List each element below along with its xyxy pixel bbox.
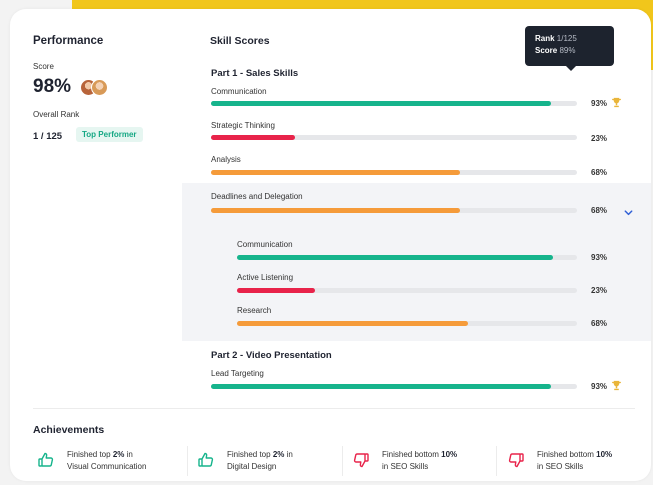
skill-bar-fill [211, 170, 460, 175]
skill-label: Analysis [211, 155, 241, 164]
divider [33, 408, 635, 409]
skill-percent: 93% [591, 253, 608, 262]
divider [187, 446, 188, 476]
achievement-text-line2: Digital Design [227, 462, 277, 471]
part1-title: Part 1 - Sales Skills [211, 68, 299, 79]
sub-skill-label: Research [237, 306, 272, 315]
achievement-text-pre: Finished top [227, 450, 273, 459]
thumbs-down-icon [507, 451, 525, 469]
skill-bar[interactable] [237, 321, 577, 326]
tooltip-rank-value: 1/125 [556, 34, 577, 43]
skill-bar[interactable] [211, 384, 577, 389]
rank-label: Overall Rank [33, 110, 80, 119]
achievement-text-line2: in SEO Skills [382, 462, 429, 471]
skill-bar[interactable] [211, 208, 577, 213]
skill-percent: 68% [591, 206, 608, 215]
achievement-text: Finished top 2% in Visual Communication [67, 449, 146, 473]
achievement-text: Finished bottom 10% in SEO Skills [382, 449, 457, 473]
tooltip-score-value: 89% [559, 46, 576, 55]
skill-bar-fill [237, 288, 316, 293]
achievement-text-pre: Finished bottom [537, 450, 597, 459]
achievement-text-line2: in SEO Skills [537, 462, 584, 471]
achievement-text-bold: 10% [441, 450, 458, 459]
skill-percent: 68% [591, 319, 608, 328]
achievement-text-bold: 2% [272, 450, 285, 459]
expanded-skill-group [182, 183, 651, 341]
divider [496, 446, 497, 476]
score-tooltip: Rank 1/125 Score 89% [525, 26, 614, 66]
score-value: 98% [33, 76, 72, 97]
avatar[interactable] [91, 79, 108, 96]
skill-percent: 93% [591, 99, 608, 108]
thumbs-up-icon [197, 451, 215, 469]
skill-label: Strategic Thinking [211, 121, 275, 130]
divider [342, 446, 343, 476]
skill-bar-fill [237, 321, 469, 326]
achievement-text-pre: Finished top [67, 450, 113, 459]
skill-bar-fill [211, 208, 460, 213]
tooltip-score-label: Score [535, 46, 558, 55]
skill-bar-fill [211, 384, 552, 389]
achievement-text-pre: Finished bottom [382, 450, 442, 459]
skill-bar-fill [237, 255, 554, 260]
sub-skill-label: Active Listening [237, 273, 294, 282]
performance-card: Performance Score 98% Overall Rank 1 / 1… [10, 9, 651, 481]
tooltip-rank-label: Rank [535, 34, 555, 43]
skill-bar[interactable] [211, 101, 577, 106]
sub-skill-label: Communication [237, 240, 293, 249]
score-label: Score [33, 62, 54, 71]
top-performer-badge: Top Performer [76, 127, 143, 142]
achievement-text-line2: Visual Communication [67, 462, 147, 471]
avatar-group[interactable] [80, 79, 114, 97]
skill-bar-fill [211, 101, 552, 106]
thumbs-up-icon [37, 451, 55, 469]
rank-value: 1 / 125 [33, 131, 63, 142]
skill-percent: 68% [591, 168, 608, 177]
achievement-text: Finished top 2% in Digital Design [227, 449, 293, 473]
skill-bar[interactable] [237, 255, 577, 260]
achievement-text-bold: 2% [112, 450, 125, 459]
skill-percent: 23% [591, 134, 608, 143]
skill-bar-fill [211, 135, 296, 140]
skill-label[interactable]: Deadlines and Delegation [211, 192, 303, 201]
skill-bar[interactable] [211, 170, 577, 175]
part2-title: Part 2 - Video Presentation [211, 350, 332, 361]
skill-bar[interactable] [237, 288, 577, 293]
achievement-text-post: in [284, 450, 293, 459]
skill-scores-title: Skill Scores [210, 35, 270, 47]
trophy-icon [611, 97, 622, 110]
achievement-text-post: in [124, 450, 133, 459]
performance-title: Performance [33, 35, 104, 47]
skill-label: Communication [211, 87, 267, 96]
achievements-title: Achievements [33, 424, 105, 436]
chevron-down-icon[interactable] [623, 205, 634, 216]
skill-percent: 93% [591, 382, 608, 391]
achievement-text: Finished bottom 10% in SEO Skills [537, 449, 612, 473]
skill-label: Lead Targeting [211, 369, 264, 378]
achievement-text-bold: 10% [596, 450, 613, 459]
skill-percent: 23% [591, 286, 608, 295]
thumbs-down-icon [352, 451, 370, 469]
skill-bar[interactable] [211, 135, 577, 140]
trophy-icon [611, 380, 622, 393]
tooltip-arrow [566, 66, 576, 71]
